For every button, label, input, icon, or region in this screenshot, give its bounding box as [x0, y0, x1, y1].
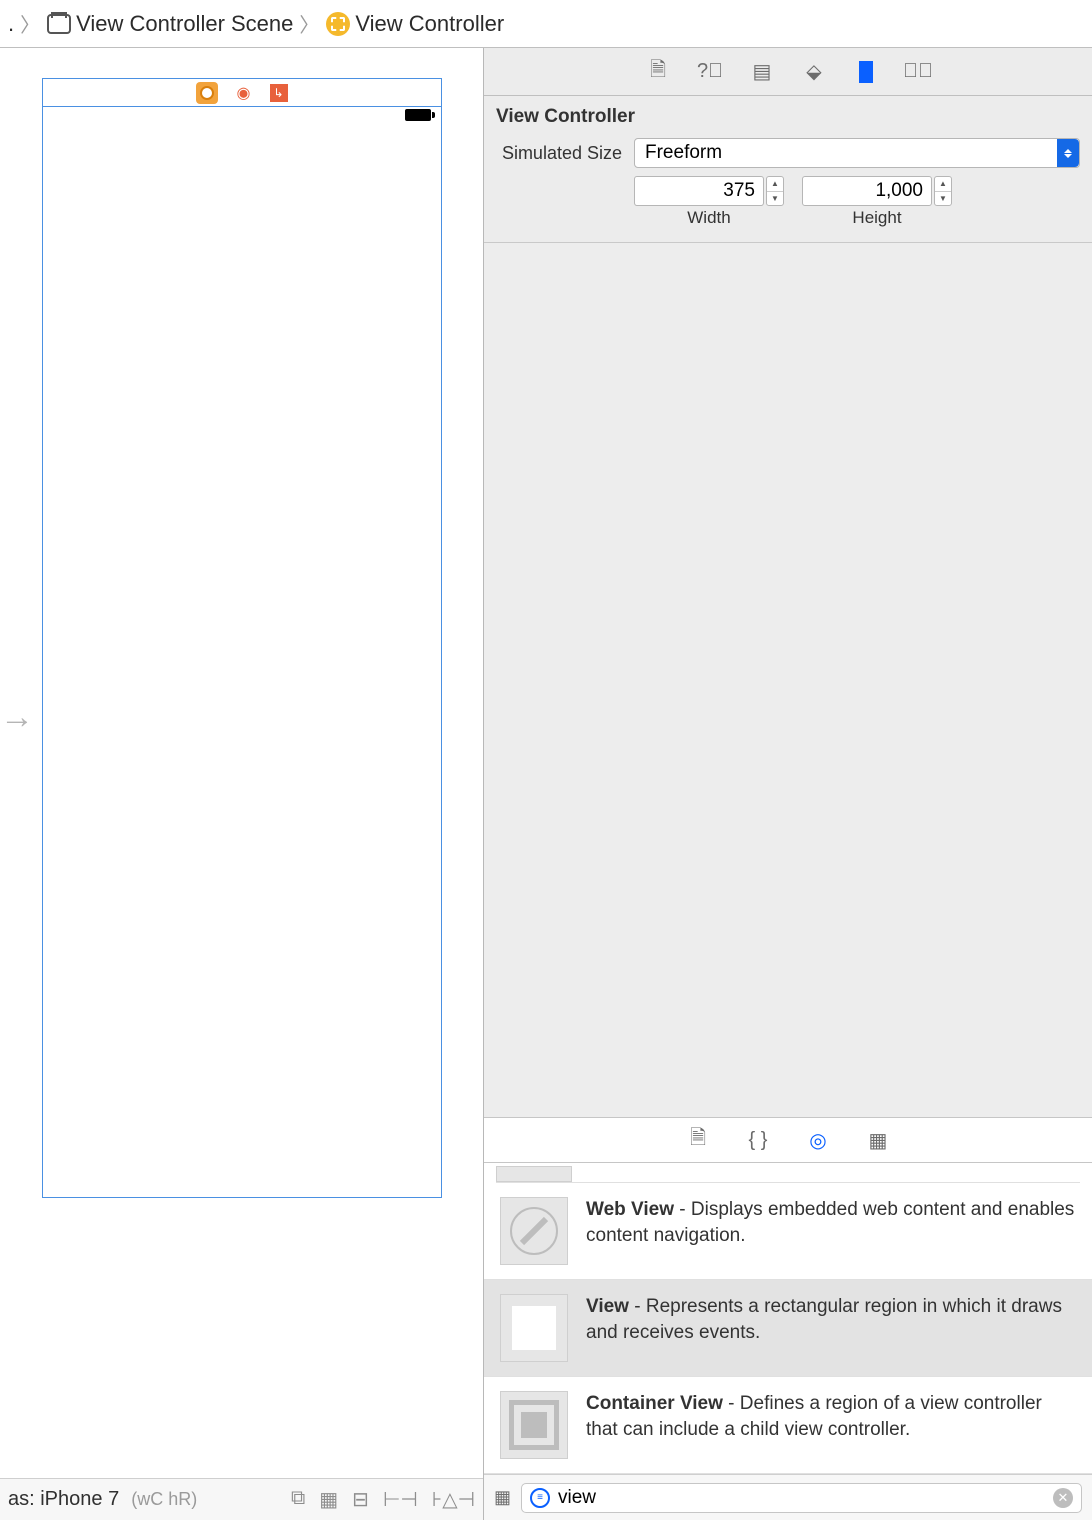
object-library-icon[interactable]: ◎: [806, 1128, 830, 1152]
first-responder-icon[interactable]: ◉: [234, 83, 254, 103]
library-footer: ▦ ✕: [484, 1474, 1092, 1520]
clear-icon[interactable]: ✕: [1053, 1488, 1073, 1508]
media-library-icon[interactable]: ▦: [866, 1128, 890, 1152]
filter-icon[interactable]: [530, 1488, 550, 1508]
embed-icon[interactable]: ▦: [319, 1487, 338, 1512]
library-item-view[interactable]: View - Represents a rectangular region i…: [484, 1280, 1092, 1377]
library-item-container-view[interactable]: Container View - Defines a region of a v…: [484, 1377, 1092, 1474]
zoom-icon[interactable]: ⧉: [291, 1487, 305, 1512]
library-item-name: Web View: [586, 1199, 674, 1220]
library-item-name: Container View: [586, 1393, 723, 1414]
size-inspector-icon[interactable]: [854, 60, 878, 84]
simulated-size-label: Simulated Size: [496, 143, 622, 164]
height-field[interactable]: [802, 176, 932, 206]
library-item-name: View: [586, 1296, 629, 1317]
quick-help-icon[interactable]: ?⃝: [698, 60, 722, 84]
trait-readout: (wC hR): [131, 1489, 197, 1510]
interface-builder-canvas[interactable]: ◉ ↳: [0, 48, 483, 1478]
attributes-inspector-icon[interactable]: ⬙: [802, 60, 826, 84]
breadcrumb-item[interactable]: View Controller: [355, 11, 504, 37]
library-tab-bar: 🗎 { } ◎ ▦: [484, 1117, 1092, 1163]
inspector-section-title: View Controller: [496, 106, 1080, 128]
device-selector[interactable]: as: iPhone 7: [8, 1488, 119, 1511]
chevron-right-icon: 〉: [20, 9, 40, 38]
library-search-input[interactable]: [558, 1487, 1045, 1509]
height-label: Height: [802, 208, 952, 228]
resolve-icon[interactable]: ⊦△⊣: [432, 1487, 475, 1512]
scene-dock: ◉ ↳: [43, 79, 441, 107]
file-template-library-icon[interactable]: 🗎: [686, 1128, 710, 1152]
library-item-partial[interactable]: [496, 1167, 1080, 1183]
code-snippet-library-icon[interactable]: { }: [746, 1128, 770, 1152]
exit-icon[interactable]: ↳: [270, 84, 288, 102]
expand-arrow-icon[interactable]: →: [0, 698, 34, 737]
connections-inspector-icon[interactable]: ➜⃝: [906, 60, 930, 84]
breadcrumb-bar: . 〉 View Controller Scene 〉 View Control…: [0, 0, 1092, 48]
view-controller-icon: [325, 11, 351, 37]
inspector-tab-bar: 🗎 ?⃝ ▤ ⬙ ➜⃝: [484, 48, 1092, 96]
chevron-right-icon: 〉: [299, 9, 319, 38]
view-controller-canvas[interactable]: ◉ ↳: [42, 78, 442, 1198]
inspector-empty-area: [484, 242, 1092, 1117]
align-icon[interactable]: ⊟: [352, 1487, 369, 1512]
grid-view-icon[interactable]: ▦: [494, 1487, 511, 1508]
breadcrumb-scene[interactable]: View Controller Scene: [76, 11, 293, 37]
identity-inspector-icon[interactable]: ▤: [750, 60, 774, 84]
view-controller-dock-icon[interactable]: [196, 82, 218, 104]
container-view-icon: [500, 1391, 568, 1459]
status-bar: [405, 109, 431, 121]
height-stepper[interactable]: ▲▼: [934, 176, 952, 206]
pin-icon[interactable]: ⊢⊣: [383, 1487, 418, 1512]
object-library-list[interactable]: Web View - Displays embedded web content…: [484, 1163, 1092, 1474]
library-item-web-view[interactable]: Web View - Displays embedded web content…: [484, 1183, 1092, 1280]
file-inspector-icon[interactable]: 🗎: [646, 60, 670, 84]
scene-icon: [46, 11, 72, 37]
chevron-updown-icon: [1057, 139, 1079, 167]
view-icon: [500, 1294, 568, 1362]
battery-icon: [405, 109, 431, 121]
breadcrumb-leading: .: [8, 11, 14, 37]
library-item-desc: - Represents a rectangular region in whi…: [586, 1296, 1062, 1343]
width-stepper[interactable]: ▲▼: [766, 176, 784, 206]
simulated-size-select[interactable]: Freeform: [634, 138, 1080, 168]
simulated-size-value: Freeform: [645, 142, 722, 164]
width-field[interactable]: [634, 176, 764, 206]
canvas-footer: as: iPhone 7 (wC hR) ⧉ ▦ ⊟ ⊢⊣ ⊦△⊣: [0, 1478, 483, 1520]
library-search[interactable]: ✕: [521, 1483, 1082, 1513]
width-label: Width: [634, 208, 784, 228]
web-view-icon: [500, 1197, 568, 1265]
